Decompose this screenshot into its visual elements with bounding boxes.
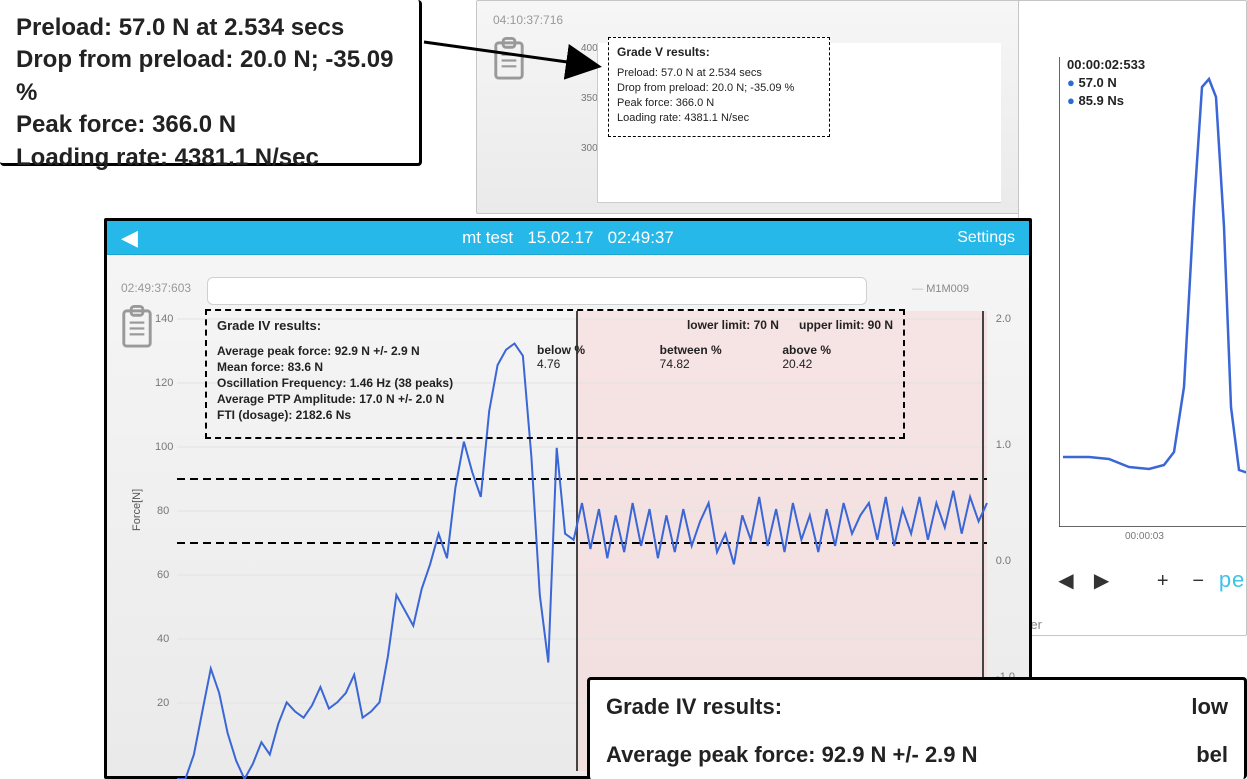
grade-iv-title: Grade IV results: bbox=[217, 317, 321, 335]
small-chart-xtick: 00:00:03 bbox=[1125, 531, 1164, 542]
grade-v-line: Peak force: 366.0 N bbox=[617, 96, 821, 111]
val-between: 74.82 bbox=[660, 357, 771, 371]
search-input[interactable] bbox=[207, 277, 867, 305]
grade-v-line: Preload: 57.0 N at 2.534 secs bbox=[617, 66, 821, 81]
chart-controls: ◀ ▶ + − pe bbox=[1051, 567, 1245, 593]
grade-v-line: Drop from preload: 20.0 N; -35.09 % bbox=[617, 81, 821, 96]
giv-line: FTI (dosage): 2182.6 Ns bbox=[217, 407, 537, 423]
ytick: 350 bbox=[581, 93, 598, 104]
grade-v-line: Loading rate: 4381.1 N/sec bbox=[617, 111, 821, 126]
timestamp-top: 04:10:37:716 bbox=[493, 13, 563, 27]
callout-line: Preload: 57.0 N at 2.534 secs bbox=[16, 12, 403, 44]
callout-line: Average peak force: 92.9 N +/- 2.9 N bbox=[606, 740, 978, 770]
grade-v-results-box: Grade V results: Preload: 57.0 N at 2.53… bbox=[608, 37, 830, 137]
clipboard-icon[interactable] bbox=[491, 37, 527, 81]
zoom-out-icon[interactable]: − bbox=[1183, 570, 1213, 593]
main-timestamp: 02:49:37:603 bbox=[121, 281, 191, 295]
ytick: 300 bbox=[581, 143, 598, 154]
ytick: 80 bbox=[157, 505, 169, 517]
giv-line: Oscillation Frequency: 1.46 Hz (38 peaks… bbox=[217, 375, 537, 391]
grade-v-title: Grade V results: bbox=[617, 44, 821, 60]
upper-limit: upper limit: 90 N bbox=[799, 317, 893, 335]
panel-small-chart: 00:00:02:533 ● 57.0 N ● 85.9 Ns 00:00:03… bbox=[1018, 0, 1247, 636]
zoom-in-icon[interactable]: + bbox=[1148, 570, 1178, 593]
hdr-above: above % bbox=[782, 343, 893, 357]
next-icon[interactable]: ▶ bbox=[1087, 568, 1117, 593]
ytick: 140 bbox=[155, 313, 173, 325]
ytick: 40 bbox=[157, 633, 169, 645]
right-ytick: 2.0 bbox=[996, 313, 1011, 325]
val-below: 4.76 bbox=[537, 357, 648, 371]
prev-icon[interactable]: ◀ bbox=[1051, 568, 1081, 593]
panel-grade-v: 04:10:37:716 400 350 300 Grade V results… bbox=[476, 0, 1032, 214]
lower-limit: lower limit: 70 N bbox=[687, 317, 779, 335]
chart-legend: — M1M009 bbox=[889, 283, 969, 295]
app-title: mt test 15.02.17 02:49:37 bbox=[462, 228, 674, 248]
giv-line: Average PTP Amplitude: 17.0 N +/- 2.0 N bbox=[217, 391, 537, 407]
callout-line: Loading rate: 4381.1 N/sec bbox=[16, 142, 403, 174]
giv-line: Mean force: 83.6 N bbox=[217, 359, 537, 375]
val-above: 20.42 bbox=[782, 357, 893, 371]
ytick: 100 bbox=[155, 441, 173, 453]
partial-bel: bel bbox=[1196, 740, 1228, 770]
giv-line: Average peak force: 92.9 N +/- 2.9 N bbox=[217, 343, 537, 359]
hdr-between: between % bbox=[660, 343, 771, 357]
settings-link[interactable]: Settings bbox=[957, 229, 1015, 247]
callout-line: Drop from preload: 20.0 N; -35.09 % bbox=[16, 44, 403, 109]
ytick: 60 bbox=[157, 569, 169, 581]
small-chart bbox=[1059, 57, 1247, 527]
app-topbar: ◀ mt test 15.02.17 02:49:37 Settings bbox=[107, 221, 1029, 255]
back-arrow-icon[interactable]: ◀ bbox=[121, 225, 138, 251]
right-ytick: 0.0 bbox=[996, 555, 1011, 567]
ytick: 400 bbox=[581, 43, 598, 54]
callout-grade-v: Preload: 57.0 N at 2.534 secs Drop from … bbox=[0, 0, 422, 166]
callout-title: Grade IV results: bbox=[606, 692, 782, 722]
y-axis-label: Force[N] bbox=[131, 489, 143, 531]
ytick: 120 bbox=[155, 377, 173, 389]
callout-line: Peak force: 366.0 N bbox=[16, 109, 403, 141]
partial-text: pe bbox=[1219, 567, 1245, 593]
hdr-below: below % bbox=[537, 343, 648, 357]
right-ytick: 1.0 bbox=[996, 439, 1011, 451]
callout-grade-iv: Grade IV results: low Average peak force… bbox=[587, 677, 1247, 779]
grade-iv-results-box: Grade IV results: lower limit: 70 N uppe… bbox=[205, 309, 905, 439]
clipboard-icon[interactable] bbox=[119, 305, 155, 349]
partial-low: low bbox=[1191, 692, 1228, 722]
ytick: 20 bbox=[157, 697, 169, 709]
